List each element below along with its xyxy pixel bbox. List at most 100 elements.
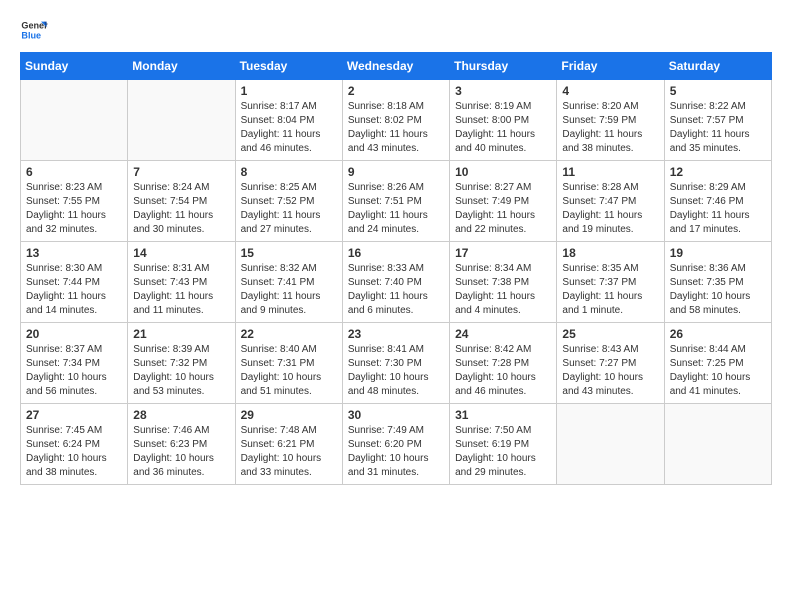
day-number: 9 — [348, 165, 444, 179]
day-number: 30 — [348, 408, 444, 422]
weekday-header: Saturday — [664, 53, 771, 80]
day-info: Sunrise: 8:28 AM Sunset: 7:47 PM Dayligh… — [562, 181, 658, 237]
calendar-cell: 15 Sunrise: 8:32 AM Sunset: 7:41 PM Dayli… — [235, 242, 342, 323]
day-info: Sunrise: 8:42 AM Sunset: 7:28 PM Dayligh… — [455, 343, 551, 399]
day-info: Sunrise: 8:30 AM Sunset: 7:44 PM Dayligh… — [26, 262, 122, 318]
day-info: Sunrise: 7:46 AM Sunset: 6:23 PM Dayligh… — [133, 424, 229, 480]
weekday-header: Monday — [128, 53, 235, 80]
day-number: 11 — [562, 165, 658, 179]
day-number: 1 — [241, 84, 337, 98]
day-info: Sunrise: 8:41 AM Sunset: 7:30 PM Dayligh… — [348, 343, 444, 399]
day-info: Sunrise: 8:20 AM Sunset: 7:59 PM Dayligh… — [562, 100, 658, 156]
day-info: Sunrise: 8:37 AM Sunset: 7:34 PM Dayligh… — [26, 343, 122, 399]
day-number: 18 — [562, 246, 658, 260]
calendar-cell: 10 Sunrise: 8:27 AM Sunset: 7:49 PM Dayli… — [450, 161, 557, 242]
calendar-cell: 16 Sunrise: 8:33 AM Sunset: 7:40 PM Dayli… — [342, 242, 449, 323]
logo: General Blue — [20, 16, 48, 44]
day-info: Sunrise: 8:32 AM Sunset: 7:41 PM Dayligh… — [241, 262, 337, 318]
day-number: 25 — [562, 327, 658, 341]
calendar-cell: 6 Sunrise: 8:23 AM Sunset: 7:55 PM Daylig… — [21, 161, 128, 242]
day-number: 27 — [26, 408, 122, 422]
calendar-week-row: 13 Sunrise: 8:30 AM Sunset: 7:44 PM Dayli… — [21, 242, 772, 323]
calendar-cell: 26 Sunrise: 8:44 AM Sunset: 7:25 PM Dayli… — [664, 323, 771, 404]
calendar-cell: 9Sunrise: 8:26 AM Sunset: 7:51 PM Daylig… — [342, 161, 449, 242]
logo-icon: General Blue — [20, 16, 48, 44]
calendar-cell: 22 Sunrise: 8:40 AM Sunset: 7:31 PM Dayli… — [235, 323, 342, 404]
day-number: 17 — [455, 246, 551, 260]
day-number: 15 — [241, 246, 337, 260]
day-number: 28 — [133, 408, 229, 422]
weekday-header: Wednesday — [342, 53, 449, 80]
day-number: 31 — [455, 408, 551, 422]
day-number: 5 — [670, 84, 766, 98]
day-number: 29 — [241, 408, 337, 422]
calendar-week-row: 27 Sunrise: 7:45 AM Sunset: 6:24 PM Dayli… — [21, 404, 772, 485]
day-info: Sunrise: 8:24 AM Sunset: 7:54 PM Dayligh… — [133, 181, 229, 237]
calendar-cell: 20 Sunrise: 8:37 AM Sunset: 7:34 PM Dayli… — [21, 323, 128, 404]
day-number: 3 — [455, 84, 551, 98]
calendar-cell: 28 Sunrise: 7:46 AM Sunset: 6:23 PM Dayli… — [128, 404, 235, 485]
calendar-cell: 23 Sunrise: 8:41 AM Sunset: 7:30 PM Dayli… — [342, 323, 449, 404]
calendar-cell: 18 Sunrise: 8:35 AM Sunset: 7:37 PM Dayli… — [557, 242, 664, 323]
calendar-cell: 30 Sunrise: 7:49 AM Sunset: 6:20 PM Dayli… — [342, 404, 449, 485]
calendar-cell: 19 Sunrise: 8:36 AM Sunset: 7:35 PM Dayli… — [664, 242, 771, 323]
day-info: Sunrise: 8:44 AM Sunset: 7:25 PM Dayligh… — [670, 343, 766, 399]
day-number: 2 — [348, 84, 444, 98]
day-number: 23 — [348, 327, 444, 341]
day-info: Sunrise: 7:50 AM Sunset: 6:19 PM Dayligh… — [455, 424, 551, 480]
day-info: Sunrise: 8:19 AM Sunset: 8:00 PM Dayligh… — [455, 100, 551, 156]
day-info: Sunrise: 8:36 AM Sunset: 7:35 PM Dayligh… — [670, 262, 766, 318]
calendar-cell: 4Sunrise: 8:20 AM Sunset: 7:59 PM Daylig… — [557, 80, 664, 161]
calendar-cell: 31 Sunrise: 7:50 AM Sunset: 6:19 PM Dayli… — [450, 404, 557, 485]
calendar-cell: 1 Sunrise: 8:17 AM Sunset: 8:04 PM Daylig… — [235, 80, 342, 161]
weekday-header: Friday — [557, 53, 664, 80]
day-number: 6 — [26, 165, 122, 179]
day-info: Sunrise: 7:45 AM Sunset: 6:24 PM Dayligh… — [26, 424, 122, 480]
day-info: Sunrise: 8:35 AM Sunset: 7:37 PM Dayligh… — [562, 262, 658, 318]
day-info: Sunrise: 8:39 AM Sunset: 7:32 PM Dayligh… — [133, 343, 229, 399]
calendar-cell: 14Sunrise: 8:31 AM Sunset: 7:43 PM Dayli… — [128, 242, 235, 323]
calendar-cell: 8Sunrise: 8:25 AM Sunset: 7:52 PM Daylig… — [235, 161, 342, 242]
page-header: General Blue — [20, 16, 772, 44]
calendar-week-row: 20 Sunrise: 8:37 AM Sunset: 7:34 PM Dayli… — [21, 323, 772, 404]
calendar-cell: 17Sunrise: 8:34 AM Sunset: 7:38 PM Dayli… — [450, 242, 557, 323]
day-info: Sunrise: 8:27 AM Sunset: 7:49 PM Dayligh… — [455, 181, 551, 237]
day-info: Sunrise: 8:33 AM Sunset: 7:40 PM Dayligh… — [348, 262, 444, 318]
day-number: 20 — [26, 327, 122, 341]
day-number: 16 — [348, 246, 444, 260]
day-number: 19 — [670, 246, 766, 260]
day-number: 7 — [133, 165, 229, 179]
calendar-week-row: 6 Sunrise: 8:23 AM Sunset: 7:55 PM Daylig… — [21, 161, 772, 242]
calendar-cell: 27 Sunrise: 7:45 AM Sunset: 6:24 PM Dayli… — [21, 404, 128, 485]
day-number: 12 — [670, 165, 766, 179]
weekday-header: Tuesday — [235, 53, 342, 80]
day-info: Sunrise: 8:43 AM Sunset: 7:27 PM Dayligh… — [562, 343, 658, 399]
day-info: Sunrise: 7:49 AM Sunset: 6:20 PM Dayligh… — [348, 424, 444, 480]
day-number: 10 — [455, 165, 551, 179]
day-number: 13 — [26, 246, 122, 260]
day-info: Sunrise: 8:22 AM Sunset: 7:57 PM Dayligh… — [670, 100, 766, 156]
day-info: Sunrise: 8:17 AM Sunset: 8:04 PM Dayligh… — [241, 100, 337, 156]
calendar-cell: 29Sunrise: 7:48 AM Sunset: 6:21 PM Dayli… — [235, 404, 342, 485]
calendar-cell — [664, 404, 771, 485]
svg-text:Blue: Blue — [21, 30, 41, 40]
calendar-cell: 13 Sunrise: 8:30 AM Sunset: 7:44 PM Dayli… — [21, 242, 128, 323]
calendar-cell: 21Sunrise: 8:39 AM Sunset: 7:32 PM Dayli… — [128, 323, 235, 404]
day-info: Sunrise: 8:23 AM Sunset: 7:55 PM Dayligh… — [26, 181, 122, 237]
calendar-cell: 25 Sunrise: 8:43 AM Sunset: 7:27 PM Dayli… — [557, 323, 664, 404]
day-info: Sunrise: 8:40 AM Sunset: 7:31 PM Dayligh… — [241, 343, 337, 399]
calendar-cell — [557, 404, 664, 485]
weekday-header: Sunday — [21, 53, 128, 80]
calendar-header-row: SundayMondayTuesdayWednesdayThursdayFrid… — [21, 53, 772, 80]
calendar-cell: 3 Sunrise: 8:19 AM Sunset: 8:00 PM Daylig… — [450, 80, 557, 161]
calendar-cell: 2Sunrise: 8:18 AM Sunset: 8:02 PM Daylig… — [342, 80, 449, 161]
day-info: Sunrise: 8:29 AM Sunset: 7:46 PM Dayligh… — [670, 181, 766, 237]
day-number: 26 — [670, 327, 766, 341]
calendar-cell: 12 Sunrise: 8:29 AM Sunset: 7:46 PM Dayli… — [664, 161, 771, 242]
day-info: Sunrise: 8:25 AM Sunset: 7:52 PM Dayligh… — [241, 181, 337, 237]
day-number: 22 — [241, 327, 337, 341]
calendar-cell — [21, 80, 128, 161]
calendar-cell: 24 Sunrise: 8:42 AM Sunset: 7:28 PM Dayli… — [450, 323, 557, 404]
day-number: 24 — [455, 327, 551, 341]
calendar-cell: 11 Sunrise: 8:28 AM Sunset: 7:47 PM Dayli… — [557, 161, 664, 242]
